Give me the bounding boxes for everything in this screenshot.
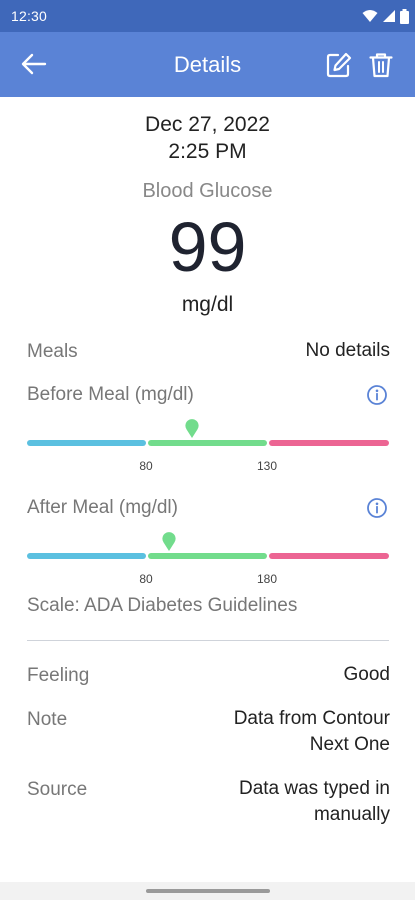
edit-button[interactable] (323, 50, 355, 80)
range-high-segment (269, 553, 389, 559)
wifi-icon (362, 10, 378, 22)
before-meal-label: Before Meal (mg/dl) (27, 384, 194, 405)
scale-source-note: Scale: ADA Diabetes Guidelines (27, 595, 298, 616)
note-value-line: Next One (309, 734, 390, 755)
before-meal-low-tick: 80 (139, 459, 153, 473)
note-label: Note (27, 709, 68, 730)
range-target-segment (148, 440, 267, 446)
edit-icon (326, 52, 352, 78)
metric-name: Blood Glucose (142, 180, 273, 202)
before-meal-scale (27, 440, 389, 448)
status-bar: 12:30 (0, 0, 415, 32)
divider (27, 640, 389, 641)
note-value: Data from Contour Next One (234, 706, 390, 758)
before-meal-reading-marker (185, 419, 199, 438)
source-value: Data was typed in manually (239, 776, 390, 828)
range-high-segment (269, 440, 389, 446)
reading-date: Dec 27, 2022 (145, 113, 270, 136)
signal-icon (383, 10, 395, 22)
after-meal-scale (27, 553, 389, 561)
before-meal-high-tick: 130 (256, 459, 278, 473)
glucose-unit: mg/dl (181, 293, 234, 316)
meals-value: No details (305, 340, 391, 361)
before-meal-info-icon[interactable] (366, 384, 388, 406)
source-value-line: Data was typed in (238, 778, 390, 799)
home-gesture-handle[interactable] (146, 889, 270, 893)
feeling-label: Feeling (27, 665, 90, 686)
delete-button[interactable] (365, 50, 397, 80)
range-low-segment (27, 440, 146, 446)
source-label: Source (27, 779, 88, 800)
status-icons (362, 8, 409, 24)
after-meal-info-icon[interactable] (366, 497, 388, 519)
reading-time: 2:25 PM (168, 140, 247, 163)
status-time: 12:30 (11, 8, 48, 24)
range-low-segment (27, 553, 146, 559)
after-meal-reading-marker (162, 532, 176, 551)
glucose-value: 99 (168, 208, 247, 286)
meals-label: Meals (27, 341, 78, 362)
feeling-value: Good (343, 664, 390, 685)
app-bar: Details (0, 32, 415, 97)
battery-icon (400, 8, 409, 24)
after-meal-low-tick: 80 (139, 572, 153, 586)
after-meal-label: After Meal (mg/dl) (27, 497, 178, 518)
after-meal-high-tick: 180 (256, 572, 278, 586)
source-value-line: manually (313, 804, 390, 825)
note-value-line: Data from Contour (233, 708, 390, 729)
range-target-segment (148, 553, 267, 559)
trash-icon (369, 53, 393, 78)
